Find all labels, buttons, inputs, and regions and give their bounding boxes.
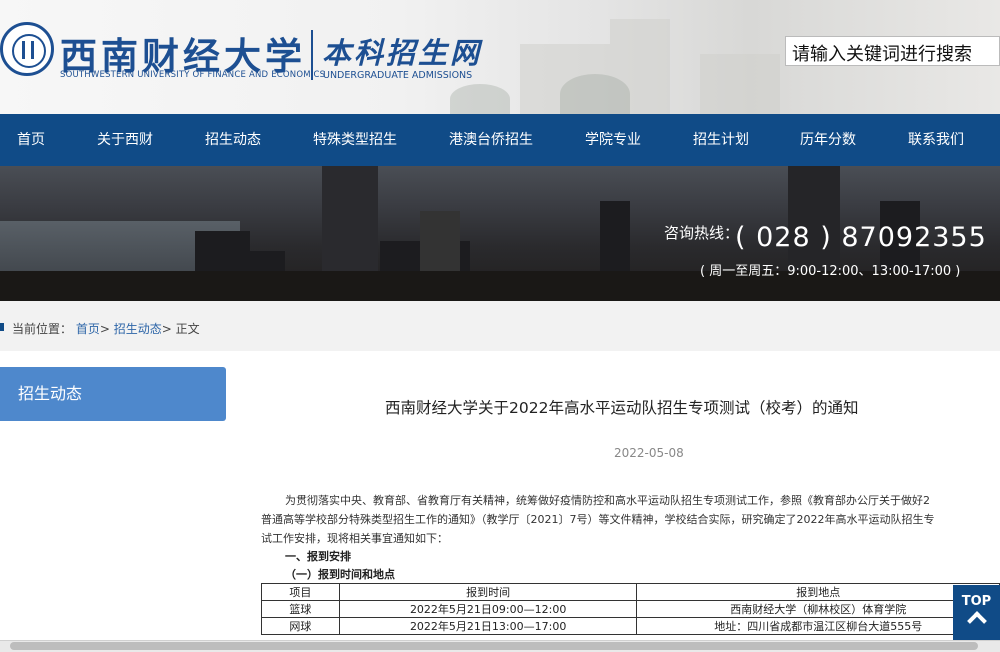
nav-item-contact[interactable]: 联系我们 (908, 114, 964, 166)
header-backdrop (700, 54, 780, 114)
university-name-en: SOUTHWESTERN UNIVERSITY OF FINANCE AND E… (60, 70, 326, 80)
hotline-label: 咨询热线： (664, 224, 740, 242)
nav-item-home[interactable]: 首页 (17, 114, 45, 166)
nav-item-hmt[interactable]: 港澳台侨招生 (449, 114, 533, 166)
hotline-number: ( 028 ) 87092355 (735, 222, 987, 253)
nav-item-majors[interactable]: 学院专业 (585, 114, 641, 166)
nav-item-scores[interactable]: 历年分数 (800, 114, 856, 166)
breadcrumb-current: 正文 (175, 322, 200, 336)
breadcrumb-marker-icon (0, 323, 4, 331)
nav-item-special[interactable]: 特殊类型招生 (313, 114, 397, 166)
breadcrumb: 当前位置： 首页> 招生动态> 正文 (12, 320, 200, 337)
table-cell: 网球 (261, 617, 340, 635)
university-seal-logo[interactable] (0, 22, 54, 76)
table-header-cell: 报到地点 (636, 583, 1000, 601)
table-cell: 篮球 (261, 600, 340, 618)
article-title: 西南财经大学关于2022年高水平运动队招生专项测试（校考）的通知 (385, 399, 859, 417)
back-to-top-label: TOP (961, 594, 992, 609)
article-paragraph-line: 试工作安排，现将相关事宜通知如下： (261, 532, 448, 545)
table-cell: 地址：四川省成都市温江区柳台大道555号 (636, 617, 1000, 635)
table-header-row: 项目 报到时间 报到地点 (261, 583, 1000, 601)
arrow-up-icon (966, 611, 987, 631)
subsection-heading: （一）报到时间和地点 (285, 568, 395, 581)
article-paragraph-line: 普通高等学校部分特殊类型招生工作的通知》（教学厅〔2021〕7号）等文件精神，学… (261, 513, 935, 526)
breadcrumb-home[interactable]: 首页 (76, 322, 100, 336)
nav-item-news[interactable]: 招生动态 (205, 114, 261, 166)
sidebar-item-news[interactable]: 招生动态 (0, 367, 226, 421)
table-cell: 2022年5月21日09:00—12:00 (338, 600, 638, 618)
site-name-cn[interactable]: 本科招生网 (322, 30, 482, 72)
section-heading: 一、报到安排 (285, 550, 351, 563)
breadcrumb-news[interactable]: 招生动态 (114, 322, 162, 336)
breadcrumb-sep: > (161, 322, 172, 336)
logo-divider (311, 30, 313, 80)
table-cell: 2022年5月21日13:00—17:00 (338, 617, 638, 635)
article-date: 2022-05-08 (614, 446, 684, 460)
breadcrumb-sep: > (99, 322, 110, 336)
scrollbar-thumb[interactable] (10, 642, 978, 650)
article-paragraph-line: 为贯彻落实中央、教育部、省教育厅有关精神，统筹做好疫情防控和高水平运动队招生专项… (285, 494, 930, 507)
header-backdrop (450, 84, 510, 114)
table-row: 网球 2022年5月21日13:00—17:00 地址：四川省成都市温江区柳台大… (261, 617, 1000, 635)
main-nav: 首页 关于西财 招生动态 特殊类型招生 港澳台侨招生 学院专业 招生计划 历年分… (0, 114, 1000, 166)
registration-table: 项目 报到时间 报到地点 篮球 2022年5月21日09:00—12:00 西南… (261, 583, 1000, 635)
table-header-cell: 项目 (261, 583, 340, 601)
site-name-en: UNDERGRADUATE ADMISSIONS (323, 70, 473, 81)
office-hours: ( 周一至周五：9:00-12:00、13:00-17:00 ) (700, 264, 961, 279)
breadcrumb-prefix: 当前位置： (12, 322, 73, 336)
search-input[interactable]: 请输入关键词进行搜索 (785, 36, 1000, 66)
table-header-cell: 报到时间 (338, 583, 638, 601)
table-row: 篮球 2022年5月21日09:00—12:00 西南财经大学（柳林校区）体育学… (261, 600, 1000, 618)
table-cell: 西南财经大学（柳林校区）体育学院 (636, 600, 1000, 618)
nav-item-plan[interactable]: 招生计划 (693, 114, 749, 166)
header-backdrop (560, 74, 630, 114)
nav-item-about[interactable]: 关于西财 (97, 114, 153, 166)
back-to-top-button[interactable]: TOP (953, 585, 1000, 640)
